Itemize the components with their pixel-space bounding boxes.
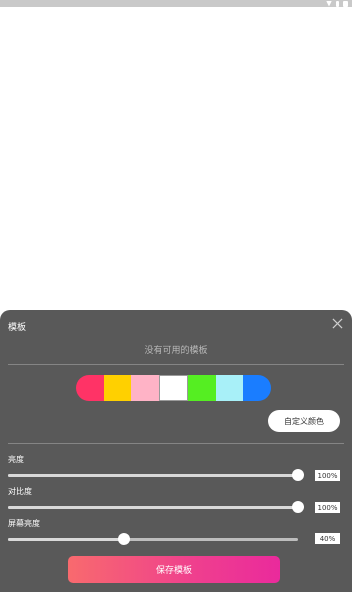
contrast-slider-fill — [8, 506, 298, 509]
brightness-slider-thumb[interactable] — [292, 469, 304, 481]
panel-title: 模板 — [8, 323, 27, 333]
contrast-label: 对比度 — [8, 487, 32, 496]
screen-brightness-slider-thumb[interactable] — [118, 533, 130, 545]
color-swatch[interactable] — [103, 375, 132, 401]
color-swatch[interactable] — [131, 375, 159, 401]
save-template-button[interactable]: 保存模板 — [68, 556, 280, 583]
screen-brightness-value: 40% — [315, 533, 340, 544]
wifi-icon — [326, 0, 332, 7]
signal-icon — [336, 0, 339, 7]
screen-brightness-label: 屏幕亮度 — [8, 519, 40, 528]
close-button[interactable] — [330, 316, 344, 330]
contrast-slider-thumb[interactable] — [292, 501, 304, 513]
color-swatch[interactable] — [76, 375, 104, 401]
brightness-label: 亮度 — [8, 455, 24, 464]
screen-brightness-slider[interactable] — [8, 533, 298, 545]
contrast-slider[interactable] — [8, 501, 304, 513]
custom-color-button[interactable]: 自定义颜色 — [268, 410, 340, 432]
template-panel: 模板 没有可用的模板 自定义颜色 亮度 100% 对比度 100% 屏幕亮度 4… — [0, 310, 352, 592]
screen-brightness-slider-fill — [8, 538, 124, 541]
status-icons — [326, 0, 348, 7]
color-swatch[interactable] — [243, 375, 271, 401]
color-swatch-row — [76, 375, 271, 401]
brightness-value: 100% — [315, 470, 340, 481]
divider — [8, 443, 344, 444]
color-swatch[interactable] — [188, 375, 216, 401]
status-bar — [0, 0, 352, 7]
contrast-value: 100% — [315, 502, 340, 513]
battery-icon — [343, 0, 348, 7]
brightness-slider-fill — [8, 474, 298, 477]
empty-templates-text: 没有可用的模板 — [144, 346, 208, 356]
divider — [8, 364, 344, 365]
close-icon — [331, 317, 343, 329]
color-swatch[interactable] — [215, 375, 244, 401]
brightness-slider[interactable] — [8, 469, 304, 481]
color-swatch[interactable] — [158, 375, 189, 401]
